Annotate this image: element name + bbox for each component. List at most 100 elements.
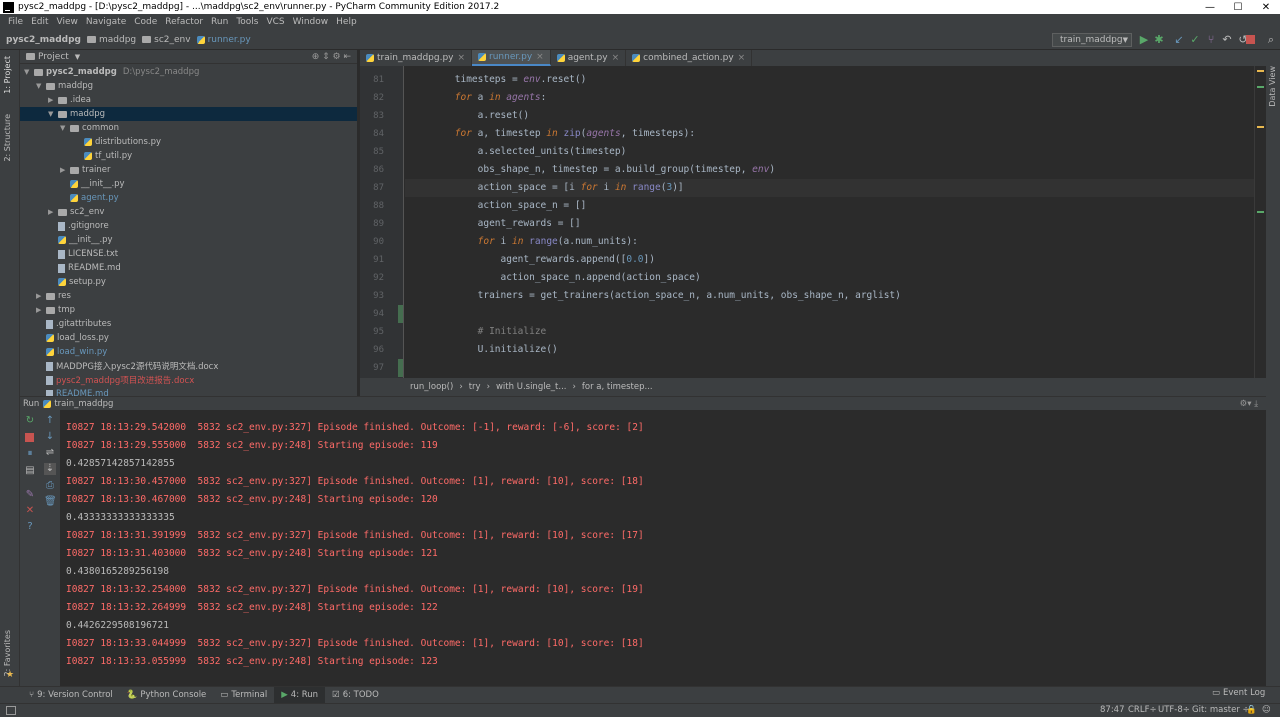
git-branch[interactable]: Git: master ÷ (1192, 705, 1250, 715)
close-button[interactable]: ✕ (1252, 2, 1280, 13)
code-line[interactable]: action_space = [i for i in range(3)] (405, 179, 1256, 197)
code-line[interactable]: a.selected_units(timestep) (405, 143, 1256, 161)
nav-crumb-sc2env[interactable]: sc2_env (142, 35, 191, 45)
tab-runner[interactable]: runner.py × (472, 50, 551, 66)
tree-file[interactable]: LICENSE.txt (20, 247, 357, 261)
error-stripe[interactable] (1254, 66, 1266, 378)
menu-window[interactable]: Window (289, 17, 333, 27)
code-line[interactable]: for a in agents: (405, 89, 1256, 107)
tree-folder[interactable]: ▶ .idea (20, 93, 357, 107)
tree-file[interactable]: README.md (20, 387, 357, 396)
caret-position[interactable]: 87:47 (1100, 705, 1125, 715)
chevron-right-icon[interactable]: ▶ (48, 208, 58, 216)
close-icon[interactable]: ✕ (24, 505, 36, 517)
tree-file[interactable]: .gitattributes (20, 317, 357, 331)
tree-file[interactable]: pysc2_maddpg项目改进报告.docx (20, 373, 357, 387)
event-log-button[interactable]: ▭ Event Log (1212, 688, 1265, 698)
menu-code[interactable]: Code (130, 17, 161, 27)
tool-tab-version-control[interactable]: ⑂ 9: Version Control (22, 687, 120, 704)
scroll-up-icon[interactable]: ↑ (44, 415, 56, 427)
close-tab-icon[interactable]: × (536, 52, 544, 62)
change-marker-icon[interactable] (398, 305, 403, 323)
code-line[interactable] (405, 359, 1256, 377)
nav-crumb-runner[interactable]: runner.py (196, 35, 251, 45)
chevron-down-icon[interactable]: ▼ (24, 68, 34, 76)
scroll-to-end-icon[interactable]: ⇣ (44, 463, 56, 475)
tab-train-maddpg[interactable]: train_maddpg.py × (360, 50, 473, 66)
code-line[interactable]: a.reset() (405, 107, 1256, 125)
nav-crumb-maddpg[interactable]: maddpg (86, 35, 136, 45)
tool-tab-data-view[interactable]: Data View (1268, 66, 1277, 107)
tab-combined-action[interactable]: combined_action.py × (626, 50, 753, 66)
tab-agent[interactable]: agent.py × (551, 50, 627, 66)
menu-tools[interactable]: Tools (232, 17, 262, 27)
tool-tab-terminal[interactable]: ▭ Terminal (213, 687, 274, 704)
chevron-down-icon[interactable]: ▼ (75, 53, 80, 61)
tree-file[interactable]: __init__.py (20, 177, 357, 191)
tree-file[interactable]: __init__.py (20, 233, 357, 247)
menu-navigate[interactable]: Navigate (82, 17, 130, 27)
tool-tab-python-console[interactable]: 🐍 Python Console (120, 687, 214, 704)
stop-icon[interactable] (1246, 35, 1255, 44)
tool-tab-project[interactable]: 1: Project (3, 56, 12, 94)
run-icon[interactable]: ▶ (1138, 34, 1150, 46)
vcs-history-icon[interactable]: ⑂ (1205, 34, 1217, 46)
breadcrumb-item[interactable]: for a, timestep... (582, 382, 653, 392)
tree-file[interactable]: load_win.py (20, 345, 357, 359)
breadcrumb-item[interactable]: run_loop() (410, 382, 453, 392)
minimize-button[interactable]: — (1196, 2, 1224, 13)
file-encoding[interactable]: UTF-8÷ (1158, 705, 1190, 715)
rerun-icon[interactable]: ↻ (24, 415, 36, 427)
tree-folder[interactable]: ▼ common (20, 121, 357, 135)
chevron-right-icon[interactable]: ▶ (48, 96, 58, 104)
menu-help[interactable]: Help (332, 17, 361, 27)
chevron-right-icon[interactable]: ▶ (36, 292, 46, 300)
chevron-down-icon[interactable]: ▼ (60, 124, 70, 132)
tree-file[interactable]: load_loss.py (20, 331, 357, 345)
run-config-label[interactable]: train_maddpg (54, 399, 113, 409)
tree-folder[interactable]: ▶ trainer (20, 163, 357, 177)
menu-view[interactable]: View (53, 17, 82, 27)
revert-icon[interactable]: ↶ (1221, 34, 1233, 46)
dump-threads-icon[interactable]: ▤ (24, 465, 36, 477)
tree-folder[interactable]: ▼ maddpg (20, 107, 357, 121)
clear-all-icon[interactable]: 🗑 (44, 496, 57, 508)
tree-folder[interactable]: ▶ tmp (20, 303, 357, 317)
code-line[interactable]: obs_shape_n, timestep = a.build_group(ti… (405, 161, 1256, 179)
pause-icon[interactable]: ⏸ (24, 448, 36, 460)
change-marker-icon[interactable] (398, 359, 403, 377)
code-line[interactable]: U.initialize() (405, 341, 1256, 359)
code-line[interactable]: action_space_n = [] (405, 197, 1256, 215)
tree-file[interactable]: tf_util.py (20, 149, 357, 163)
breadcrumb-item[interactable]: try (469, 382, 481, 392)
vcs-commit-icon[interactable]: ✓ (1189, 34, 1201, 46)
code-line[interactable]: trainers = get_trainers(action_space_n, … (405, 287, 1256, 305)
run-configuration-select[interactable]: train_maddpg ▼ (1052, 33, 1132, 47)
help-icon[interactable]: ? (24, 521, 36, 533)
code-line[interactable]: # Initialize (405, 323, 1256, 341)
code-editor[interactable]: timesteps = env.reset() for a in agents:… (405, 66, 1256, 378)
menu-run[interactable]: Run (207, 17, 232, 27)
tool-tab-structure[interactable]: 2: Structure (3, 114, 12, 162)
code-line[interactable]: agent_rewards.append([0.0]) (405, 251, 1256, 269)
pin-icon[interactable]: ✎ (24, 489, 36, 501)
tool-tab-todo[interactable]: ☑ 6: TODO (325, 687, 386, 704)
code-line[interactable]: for a, timestep in zip(agents, timesteps… (405, 125, 1256, 143)
code-line[interactable]: for i in range(a.num_units): (405, 233, 1256, 251)
maximize-button[interactable]: ☐ (1224, 2, 1252, 13)
code-line[interactable]: action_space_n.append(action_space) (405, 269, 1256, 287)
search-icon[interactable]: ⌕ (1265, 34, 1277, 46)
soft-wrap-icon[interactable]: ⇌ (44, 447, 56, 459)
chevron-down-icon[interactable]: ▼ (36, 82, 46, 90)
menu-vcs[interactable]: VCS (262, 17, 288, 27)
inspection-icon[interactable]: ☺ (1262, 705, 1271, 715)
tree-file[interactable]: MADDPG接入pysc2源代码说明文档.docx (20, 359, 357, 373)
lock-icon[interactable]: 🔒 (1246, 705, 1257, 715)
code-line[interactable]: timesteps = env.reset() (405, 71, 1256, 89)
code-line[interactable]: agent_rewards = [] (405, 215, 1256, 233)
tree-folder[interactable]: ▼ pysc2_maddpg D:\pysc2_maddpg (20, 65, 357, 79)
line-separator[interactable]: CRLF÷ (1128, 705, 1157, 715)
vcs-update-icon[interactable]: ↙ (1173, 34, 1185, 46)
close-tab-icon[interactable]: × (457, 53, 465, 63)
settings-icon[interactable]: ⚙▾ ⤓ (1240, 399, 1258, 409)
